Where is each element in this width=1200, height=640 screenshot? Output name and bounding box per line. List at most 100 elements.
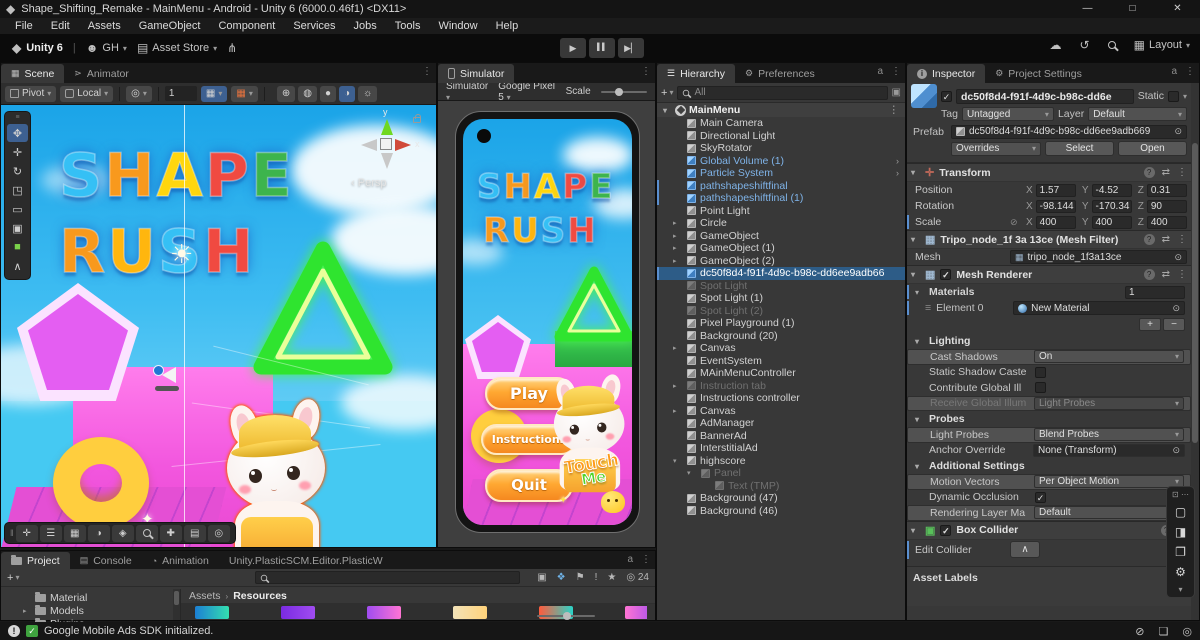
prefab-open-chevron[interactable]: › — [896, 168, 905, 178]
object-name-field[interactable]: dc50f8d4-f91f-4d9c-b98c-dd6e — [956, 89, 1134, 104]
hierarchy-item[interactable]: InterstitialAd — [657, 442, 905, 455]
y-value-field[interactable]: 400 — [1092, 216, 1132, 229]
tab-hierarchy[interactable]: ☰ Hierarchy — [657, 64, 735, 83]
slider-handle[interactable] — [563, 612, 571, 620]
hierarchy-item[interactable]: pathshapeshiftfinal (1) — [657, 192, 905, 205]
tool-button[interactable]: ▭ — [7, 200, 28, 218]
tab-project-settings[interactable]: ⚙ Project Settings — [985, 64, 1092, 83]
prefab-open-button[interactable]: Open — [1118, 141, 1187, 156]
scene-toggle[interactable]: ⊕ — [277, 86, 295, 102]
property-dropdown[interactable]: Blend Probes▾⊙ — [1034, 428, 1184, 441]
selected-character[interactable] — [223, 389, 333, 547]
layer-dropdown[interactable]: Default▾ — [1088, 107, 1187, 121]
lighting-section[interactable]: ▾Lighting — [907, 333, 1191, 349]
folder-row[interactable]: Material — [1, 591, 180, 604]
scrollbar-thumb[interactable] — [174, 591, 179, 605]
hierarchy-item[interactable]: AdManager — [657, 417, 905, 430]
active-checkbox[interactable]: ✓ — [941, 91, 952, 102]
tool-button[interactable]: ✥ — [7, 124, 28, 142]
tab-animator[interactable]: ⋗ Animator — [64, 64, 139, 83]
hierarchy-item[interactable]: BannerAd — [657, 430, 905, 443]
scene-viewport[interactable]: SHAPE RUSH ☀ ✦ — [1, 105, 436, 547]
materials-count-field[interactable]: 1 — [1125, 286, 1185, 299]
breadcrumb-resources[interactable]: Resources — [233, 590, 287, 602]
foldout-arrow[interactable]: ▾ — [911, 168, 920, 177]
z-value-field[interactable]: 400 — [1147, 216, 1187, 229]
y-value-field[interactable]: -170.34 — [1092, 200, 1132, 213]
hierarchy-item[interactable]: ▸ GameObject (2) — [657, 255, 905, 268]
expand-arrow[interactable]: ▸ — [673, 219, 683, 227]
hierarchy-item[interactable]: pathshapeshiftfinal — [657, 180, 905, 193]
overlay-tool-button[interactable]: ✚ — [160, 525, 182, 542]
remove-material-button[interactable]: − — [1163, 318, 1185, 331]
tool-button[interactable]: ◳ — [7, 181, 28, 199]
prefab-select-button[interactable]: Select — [1045, 141, 1114, 156]
spot-light-gizmo[interactable] — [153, 363, 183, 391]
version-control-icon[interactable]: ⋔ — [227, 41, 237, 55]
tab-plasticscm[interactable]: Unity.PlasticSCM.Editor.PlasticW — [219, 552, 393, 569]
overlay-drag-handle[interactable]: ≡ — [5, 115, 30, 123]
simulator-viewport[interactable]: SHAPE RUSH — [438, 101, 655, 547]
expand-arrow[interactable]: ▸ — [673, 232, 683, 240]
hierarchy-item[interactable]: Background (47) — [657, 492, 905, 505]
component-menu-icon[interactable]: ⋮ — [1177, 234, 1187, 245]
expand-arrow[interactable]: ▾ — [663, 106, 672, 115]
help-icon[interactable]: ? — [1144, 234, 1155, 245]
tab-scene[interactable]: ▦ Scene — [1, 64, 64, 83]
maximize-button[interactable]: □ — [1110, 0, 1155, 18]
expand-arrow[interactable]: ▸ — [673, 244, 683, 252]
presets-icon[interactable]: ⇄ — [1162, 167, 1170, 178]
foldout-arrow[interactable]: ▾ — [911, 235, 920, 244]
undo-history-icon[interactable]: ↺ — [1080, 38, 1090, 52]
persp-label[interactable]: ‹ Persp — [351, 177, 386, 189]
overlay-tool-button[interactable]: ◈ — [112, 525, 134, 542]
neg-y-axis-cone[interactable] — [381, 153, 393, 169]
gear-icon[interactable]: ⚙ — [1175, 565, 1186, 579]
scene-root-row[interactable]: ▾ MainMenu ⋮ — [657, 103, 905, 117]
hierarchy-item[interactable]: Instructions controller — [657, 392, 905, 405]
close-button[interactable]: ✕ — [1155, 0, 1200, 18]
hierarchy-item[interactable]: MAinMenuController — [657, 367, 905, 380]
mesh-filter-header[interactable]: ▾ ▦ Tripo_node_1f 3a 13ce (Mesh Filter) … — [907, 230, 1191, 249]
asset-import-icon[interactable]: ❖ — [557, 572, 566, 583]
hierarchy-item[interactable]: EventSystem — [657, 355, 905, 368]
component-menu-icon[interactable]: ⋮ — [1177, 167, 1187, 178]
alert-icon[interactable]: ! — [595, 572, 598, 583]
tree-scrollbar[interactable] — [173, 589, 180, 620]
layers-icon[interactable]: ❐ — [1175, 545, 1186, 559]
status-message[interactable]: Google Mobile Ads SDK initialized. — [44, 625, 213, 637]
breadcrumb-assets[interactable]: Assets — [189, 590, 221, 602]
expand-arrow[interactable]: ▸ — [673, 344, 683, 352]
console-message-icon[interactable]: ! — [8, 625, 20, 637]
hierarchy-item[interactable]: Directional Light — [657, 130, 905, 143]
step-button[interactable]: ▶▏ — [618, 38, 644, 58]
notifications-muted-icon[interactable]: ⊘ — [1135, 625, 1144, 638]
grid-visibility-dropdown[interactable]: ◎▾ — [126, 86, 152, 102]
expand-arrow[interactable]: ▸ — [673, 407, 683, 415]
create-object-button[interactable]: +▾ — [661, 87, 673, 99]
hierarchy-item[interactable]: ▸ GameObject (1) — [657, 242, 905, 255]
hierarchy-item[interactable]: Main Camera — [657, 117, 905, 130]
property-checkbox[interactable] — [1035, 492, 1046, 503]
menu-item[interactable]: Services — [284, 20, 344, 32]
menu-item[interactable]: Component — [209, 20, 284, 32]
search-window-icon[interactable]: ▣ — [892, 87, 901, 98]
camera-icon[interactable]: ▢ — [1175, 505, 1186, 519]
prefab-open-chevron[interactable]: › — [896, 156, 905, 166]
hierarchy-item[interactable]: Background (46) — [657, 505, 905, 518]
tab-preferences[interactable]: ⚙ Preferences — [735, 64, 825, 83]
device-dropdown[interactable]: Google Pixel 5 ▾ — [498, 81, 555, 103]
z-value-field[interactable]: 90 — [1147, 200, 1187, 213]
hierarchy-item[interactable]: Background (20) — [657, 330, 905, 343]
help-icon[interactable]: ? — [1144, 167, 1155, 178]
expand-arrow[interactable]: ▸ — [23, 607, 27, 615]
mesh-renderer-header[interactable]: ▾ ▦ ✓ Mesh Renderer ?⇄⋮ — [907, 265, 1191, 284]
more-icon[interactable]: ⊡ ⋯ — [1172, 490, 1189, 499]
hierarchy-item[interactable]: Particle System › — [657, 167, 905, 180]
overlay-tool-button[interactable]: ◑ — [88, 525, 110, 542]
component-enabled-checkbox[interactable]: ✓ — [940, 525, 951, 536]
hierarchy-item[interactable]: ▾ highscore — [657, 455, 905, 468]
create-asset-button[interactable]: +▾ — [7, 572, 19, 584]
tool-button[interactable]: ↻ — [7, 162, 28, 180]
panel-menu-icon[interactable]: ⋮ — [641, 554, 651, 565]
